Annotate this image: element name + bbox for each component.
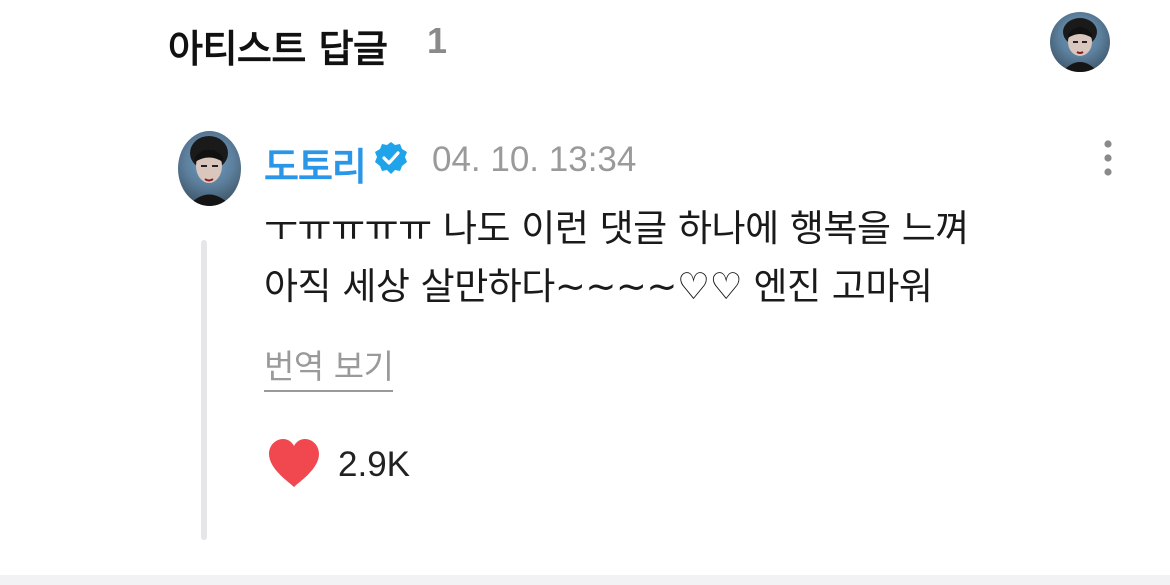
comment-author-avatar[interactable]	[178, 131, 241, 206]
like-count: 2.9K	[338, 445, 410, 484]
comment-author-name[interactable]: 도토리	[264, 136, 367, 191]
avatar[interactable]	[1050, 12, 1110, 72]
page-title: 아티스트 답글	[168, 27, 388, 71]
section-divider	[0, 575, 1170, 585]
translate-button[interactable]: 번역 보기	[264, 340, 394, 392]
comment-timestamp: 04. 10. 13:34	[432, 140, 637, 179]
comment-text: ㅜㅠㅠㅠㅠ 나도 이런 댓글 하나에 행복을 느껴 아직 세상 살만하다~~~~…	[264, 207, 969, 308]
thread-line	[201, 240, 207, 540]
reply-count: 1	[427, 20, 448, 61]
heart-icon[interactable]	[267, 437, 321, 489]
verified-badge-icon	[374, 141, 408, 175]
more-vertical-icon[interactable]	[1096, 138, 1120, 180]
